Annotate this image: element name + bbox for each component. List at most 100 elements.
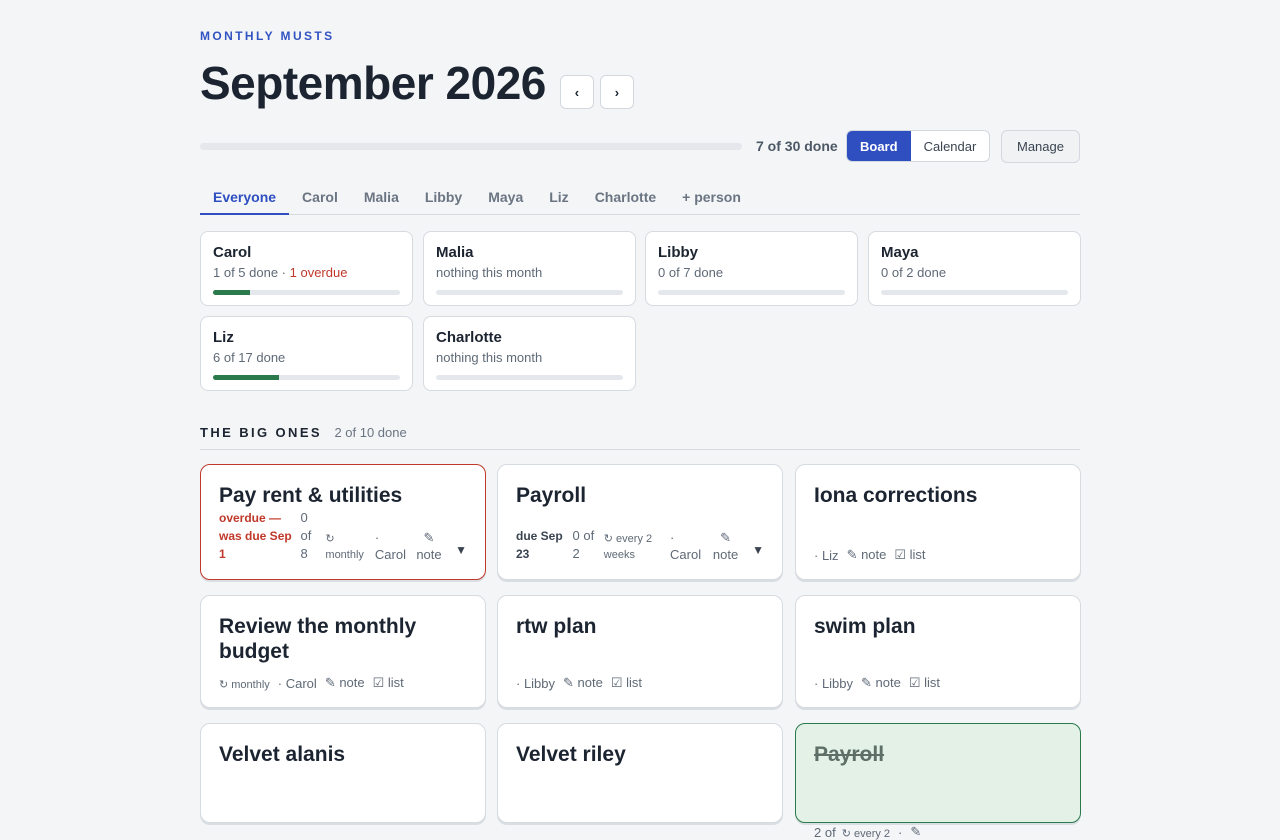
tab-maya[interactable]: Maya	[475, 180, 536, 215]
person-card[interactable]: Libby 0 of 7 done	[645, 231, 858, 306]
task-title: Payroll	[516, 484, 587, 507]
person-name: Maya	[881, 244, 919, 261]
task-card[interactable]: Payroll 2 of ↻ every 2 · ✎	[795, 723, 1081, 840]
person-progress-bar	[658, 290, 845, 295]
person-status: nothing this month	[436, 350, 623, 365]
person-status-text: 0 of 2 done	[881, 265, 947, 280]
person-progress-bar	[881, 290, 1068, 295]
overall-progress-bar	[200, 143, 742, 150]
task-card[interactable]: Pay rent & utilities overdue — was due Se…	[200, 464, 486, 580]
board-view-button[interactable]: Board	[847, 131, 911, 161]
tab-liz[interactable]: Liz	[536, 180, 581, 215]
person-progress-bar	[213, 375, 400, 380]
person-status-text: nothing this month	[436, 350, 543, 365]
task-meta: · Libby ✎ note ☑ list	[814, 675, 1062, 691]
task-due-date: overdue — was due Sep 1	[219, 511, 292, 561]
task-title: Pay rent & utilities	[219, 484, 403, 507]
app-eyebrow: MONTHLY MUSTS	[200, 29, 335, 43]
next-month-button[interactable]: ›	[599, 75, 634, 109]
task-note-button[interactable]: ✎ note	[415, 529, 443, 563]
person-status-text: 1 of 5 done	[213, 265, 279, 280]
add-person-tab[interactable]: + person	[669, 180, 754, 215]
task-meta: due Sep 23 0 of 2 ↻ every 2 weeks · Carol ✎ …	[516, 527, 764, 563]
person-status-text: 0 of 7 done	[658, 265, 724, 280]
task-meta: · Liz ✎ note ☑ list	[814, 547, 1062, 563]
person-name: Carol	[213, 244, 252, 261]
person-status-text: nothing this month	[436, 265, 543, 280]
tab-malia[interactable]: Malia	[351, 180, 412, 215]
section-header: THE BIG ONES 2 of 10 done	[200, 424, 1080, 450]
task-checklist-button[interactable]: ☑ list	[909, 675, 940, 691]
task-assignee: ·	[898, 825, 903, 840]
person-tabs: Everyone Carol Malia Libby Maya Liz Charlotte +…	[200, 180, 1080, 215]
task-meta: overdue — was due Sep 1 0 of 8 ↻ monthly · …	[219, 509, 467, 563]
person-card[interactable]: Carol 1 of 5 done · 1 overdue	[200, 231, 413, 306]
person-progress-bar	[213, 290, 400, 295]
person-overdue-count: 1 overdue	[289, 265, 348, 280]
task-title: Velvet riley	[516, 743, 626, 766]
page-title: September 2026	[200, 57, 546, 109]
task-assignee: · Carol	[277, 676, 317, 691]
task-note-button[interactable]: ✎ note	[847, 547, 887, 563]
task-note-button[interactable]: ✎ note	[861, 675, 901, 691]
task-occurrence-count: 0 of 8	[300, 510, 312, 561]
overall-done-count: 7 of 30 done	[756, 138, 838, 154]
task-checklist-button[interactable]: ☑ list	[611, 675, 642, 691]
person-name: Charlotte	[436, 329, 502, 346]
task-note-button[interactable]: ✎ note	[563, 675, 603, 691]
task-card[interactable]: Velvet alanis	[200, 723, 486, 823]
task-checklist-button[interactable]: ☑ list	[373, 675, 404, 691]
task-meta: · Libby ✎ note ☑ list	[516, 675, 764, 691]
person-status-text: 6 of 17 done	[213, 350, 286, 365]
person-card[interactable]: Liz 6 of 17 done	[200, 316, 413, 391]
tab-libby[interactable]: Libby	[412, 180, 475, 215]
person-status: 0 of 7 done	[658, 265, 845, 280]
chevron-down-icon[interactable]: ▼	[455, 543, 467, 557]
task-meta: 2 of ↻ every 2 · ✎	[814, 824, 1062, 840]
task-card[interactable]: Iona corrections · Liz ✎ note ☑ list	[795, 464, 1081, 580]
task-due-date: due Sep 23	[516, 529, 563, 561]
task-repeat-frequency: ↻ monthly	[325, 533, 364, 561]
task-card[interactable]: swim plan · Libby ✎ note ☑ list	[795, 595, 1081, 708]
task-card[interactable]: Payroll due Sep 23 0 of 2 ↻ every 2 weeks · …	[497, 464, 783, 580]
person-card[interactable]: Malia nothing this month	[423, 231, 636, 306]
task-assignee: · Libby	[516, 676, 556, 691]
person-progress-bar	[436, 375, 623, 380]
section-title: THE BIG ONES	[200, 425, 322, 440]
title-row: September 2026 ‹ ›	[200, 56, 634, 110]
task-note-button[interactable]: ✎ note	[325, 675, 365, 691]
task-title: Review the monthly budget	[219, 615, 417, 663]
task-note-button[interactable]: ✎	[910, 824, 921, 840]
task-card[interactable]: Review the monthly budget ↻ monthly · Caro…	[200, 595, 486, 708]
manage-button[interactable]: Manage	[1001, 130, 1080, 163]
view-toggle: Board Calendar	[846, 130, 991, 162]
person-card[interactable]: Maya 0 of 2 done	[868, 231, 1081, 306]
task-title: Iona corrections	[814, 484, 978, 507]
calendar-view-button[interactable]: Calendar	[911, 131, 990, 161]
task-repeat-frequency: ↻ every 2 weeks	[603, 533, 653, 561]
task-repeat-frequency: ↻ monthly	[219, 679, 270, 691]
task-meta: ↻ monthly · Carol ✎ note ☑ list	[219, 675, 467, 691]
person-progress-bar	[436, 290, 623, 295]
task-card[interactable]: Velvet riley	[497, 723, 783, 823]
progress-row: 7 of 30 done Board Calendar Manage	[200, 130, 1080, 163]
person-name: Malia	[436, 244, 474, 261]
task-title: Velvet alanis	[219, 743, 346, 766]
task-assignee: · Carol	[374, 530, 406, 562]
task-card[interactable]: rtw plan · Libby ✎ note ☑ list	[497, 595, 783, 708]
task-note-button[interactable]: ✎ note	[711, 529, 740, 563]
task-title: Payroll	[814, 743, 885, 766]
section-count: 2 of 10 done	[334, 425, 407, 440]
person-status: nothing this month	[436, 265, 623, 280]
prev-month-button[interactable]: ‹	[559, 75, 594, 109]
person-name: Libby	[658, 244, 698, 261]
person-card[interactable]: Charlotte nothing this month	[423, 316, 636, 391]
task-checklist-button[interactable]: ☑ list	[894, 547, 925, 563]
tab-charlotte[interactable]: Charlotte	[582, 180, 669, 215]
person-progress-fill	[213, 290, 251, 295]
task-occurrence-count: 2 of	[814, 825, 836, 840]
chevron-down-icon[interactable]: ▼	[752, 543, 764, 557]
tab-carol[interactable]: Carol	[289, 180, 351, 215]
task-repeat-frequency: ↻ every 2	[841, 828, 891, 840]
tab-everyone[interactable]: Everyone	[200, 180, 290, 215]
